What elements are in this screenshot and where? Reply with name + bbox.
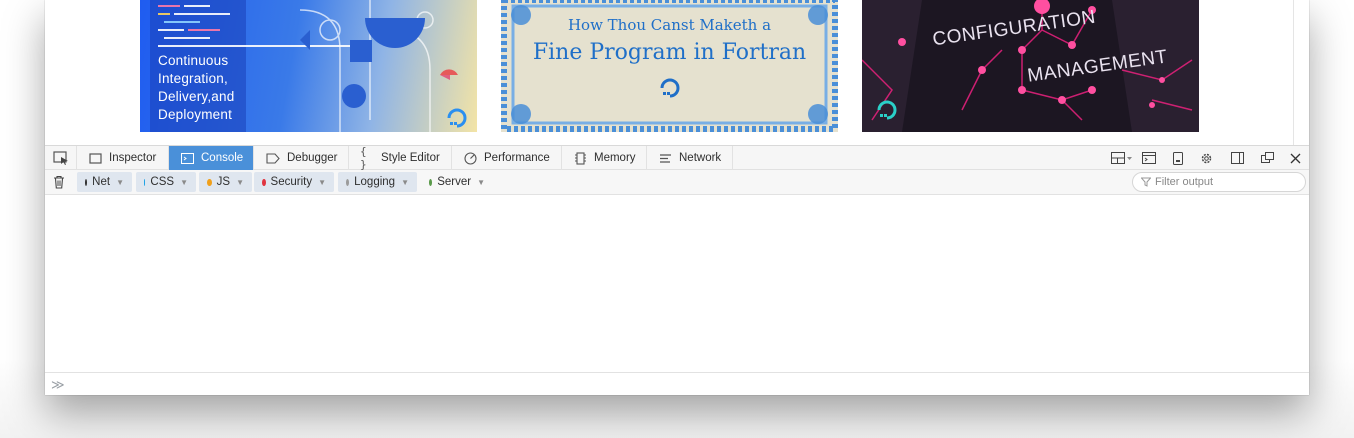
tab-label: Console (201, 152, 244, 164)
filter-server-button[interactable]: Server ▼ (421, 172, 493, 192)
trash-icon (54, 175, 64, 189)
filter-output-input[interactable]: Filter output (1132, 172, 1306, 192)
filter-logging-button[interactable]: Logging ▼ (338, 172, 417, 192)
tab-inspector[interactable]: Inspector (78, 146, 169, 170)
net-dot-icon (85, 178, 88, 186)
thumbnail-ci-cd[interactable]: Continuous Integration, Delivery,and Dep… (140, 0, 477, 132)
scratchpad-button[interactable] (1141, 151, 1157, 165)
chevron-down-icon: ▼ (180, 177, 188, 187)
thumbnail-fortran-title-line1: How Thou Canst Maketh a (567, 16, 772, 34)
tab-label: Network (679, 152, 722, 164)
filter-label: Net (92, 176, 111, 188)
element-picker-button[interactable] (45, 146, 77, 170)
thumbnail-text-line: Integration, (158, 71, 228, 86)
tab-debugger[interactable]: Debugger (254, 146, 349, 170)
tab-label: Inspector (109, 152, 157, 164)
memory-icon (573, 151, 587, 165)
console-output-area[interactable] (45, 195, 1309, 372)
inspector-icon (88, 152, 102, 164)
close-icon (1290, 153, 1300, 163)
filter-security-button[interactable]: Security ▼ (254, 172, 334, 192)
filter-label: Logging (354, 176, 396, 188)
filter-icon (1141, 177, 1151, 187)
settings-button[interactable] (1198, 151, 1214, 165)
tab-console[interactable]: Console (169, 146, 254, 170)
debugger-icon (266, 152, 280, 164)
digitalocean-logo-icon (660, 78, 680, 98)
filter-net-button[interactable]: Net ▼ (77, 172, 132, 192)
chevron-down-icon: ▼ (477, 177, 485, 187)
page-scrollbar-edge (1293, 0, 1294, 145)
separate-window-button[interactable] (1259, 151, 1275, 165)
dock-side-button[interactable] (1229, 151, 1245, 165)
css-dot-icon (144, 178, 146, 186)
gear-icon (1201, 153, 1211, 163)
chevron-down-icon: ▼ (236, 177, 244, 187)
filter-label: JS (216, 176, 231, 188)
filter-output-placeholder: Filter output (1155, 176, 1214, 188)
tab-style-editor[interactable]: { } Style Editor (349, 145, 452, 171)
tab-label: Memory (594, 152, 636, 164)
page-viewport[interactable]: Continuous Integration, Delivery,and Dep… (45, 0, 1309, 145)
console-input-line[interactable]: ≫ (45, 372, 1309, 395)
filter-js-button[interactable]: JS ▼ (199, 172, 252, 192)
logging-dot-icon (346, 178, 350, 186)
tab-label: Performance (484, 152, 550, 164)
digitalocean-logo-icon (877, 100, 897, 120)
frame-icon (1111, 152, 1132, 164)
thumbnail-fortran[interactable]: How Thou Canst Maketh a Fine Program in … (501, 0, 838, 132)
braces-icon: { } (360, 145, 367, 171)
network-icon (658, 152, 672, 164)
responsive-design-icon (1173, 151, 1183, 165)
chevron-down-icon: ▼ (116, 177, 124, 187)
frame-picker-button[interactable] (1111, 151, 1133, 165)
close-devtools-button[interactable] (1287, 151, 1303, 165)
server-dot-icon (429, 178, 433, 186)
tab-label: Style Editor (381, 152, 440, 164)
tab-label: Debugger (287, 152, 338, 164)
digitalocean-logo-icon (447, 108, 467, 128)
devtools-toolbar: Inspector Console Debugger { } Style Edi… (45, 145, 1309, 171)
chevron-down-icon: ▼ (401, 177, 409, 187)
tab-memory[interactable]: Memory (562, 146, 647, 170)
thumbnail-text-line: Continuous (158, 53, 229, 68)
filter-label: CSS (150, 176, 175, 188)
console-icon (180, 152, 194, 164)
thumbnail-ci-cd-title: Continuous Integration, Delivery,and Dep… (158, 52, 234, 124)
thumbnail-text-line: Deployment (158, 107, 233, 122)
element-picker-icon (52, 151, 68, 165)
console-prompt-icon: ≫ (51, 377, 65, 392)
thumbnail-text-line: Delivery,and (158, 89, 235, 104)
dock-side-icon (1230, 152, 1244, 164)
chevron-down-icon: ▼ (318, 177, 326, 187)
browser-window: Continuous Integration, Delivery,and Dep… (45, 0, 1309, 395)
filter-label: Server (437, 176, 472, 188)
clear-console-button[interactable] (53, 175, 65, 192)
js-dot-icon (207, 178, 212, 186)
separate-window-icon (1260, 152, 1274, 163)
tab-network[interactable]: Network (647, 146, 733, 170)
scratchpad-icon (1142, 152, 1156, 164)
responsive-design-button[interactable] (1170, 151, 1186, 165)
thumbnail-config-management[interactable]: CONFIGURATION MANAGEMENT (862, 0, 1199, 132)
console-filter-bar: Net ▼ CSS ▼ JS ▼ Security ▼ Logging ▼ Se… (45, 170, 1309, 195)
security-dot-icon (262, 178, 266, 186)
filter-css-button[interactable]: CSS ▼ (136, 172, 196, 192)
tab-performance[interactable]: Performance (452, 146, 562, 170)
thumbnail-fortran-title-line2: Fine Program in Fortran (532, 40, 807, 65)
filter-label: Security (270, 176, 313, 188)
performance-icon (463, 151, 477, 165)
